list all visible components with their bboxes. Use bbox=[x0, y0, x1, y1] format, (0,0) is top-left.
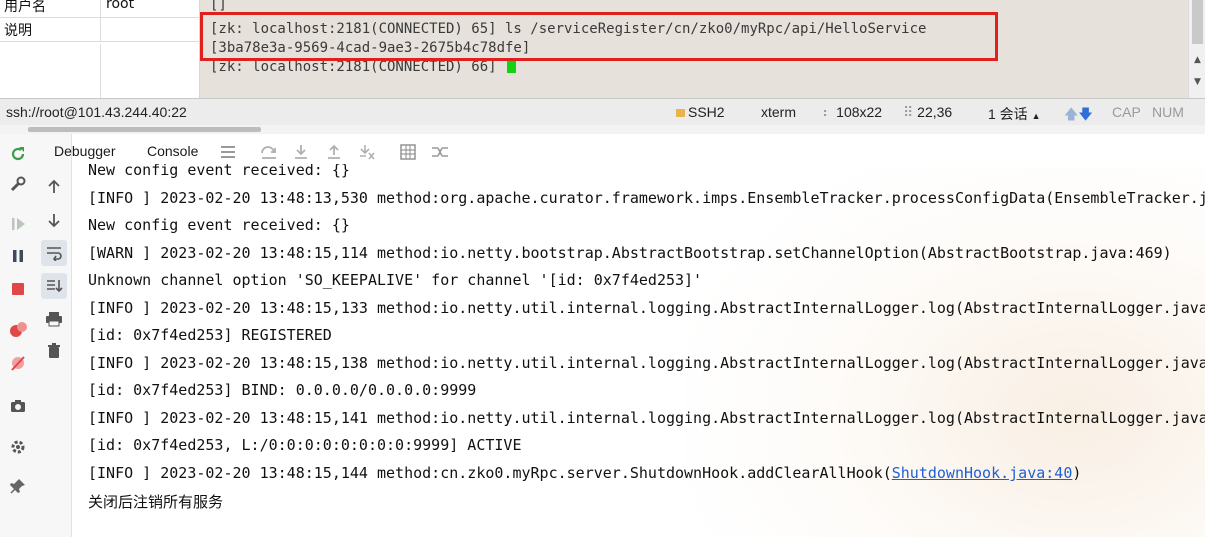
terminal-prompt: [zk: localhost:2181(CONNECTED) 66] bbox=[210, 59, 506, 75]
scroll-down-icon[interactable] bbox=[41, 207, 67, 233]
arrow-up-icon: 🡅 bbox=[1064, 106, 1079, 122]
pause-icon[interactable] bbox=[5, 243, 31, 269]
position-icon: ⠿ bbox=[903, 104, 918, 120]
scroll-down-arrow-icon[interactable]: ▼ bbox=[1189, 74, 1205, 91]
settings-wrench-icon[interactable] bbox=[5, 171, 31, 197]
scroll-to-end-icon[interactable] bbox=[41, 273, 67, 299]
console-line: 关闭后注销所有服务 bbox=[88, 493, 224, 511]
session-count[interactable]: 1 会话 ▲ bbox=[988, 104, 1041, 124]
terminal-prompt-line: [zk: localhost:2181(CONNECTED) 66] bbox=[210, 59, 517, 75]
scrollbar-thumb[interactable] bbox=[1192, 0, 1203, 44]
connection-address: ssh://root@101.43.244.40:22 bbox=[6, 104, 187, 120]
info-key: 用户名 bbox=[4, 0, 46, 15]
step-into-icon[interactable] bbox=[290, 141, 312, 163]
clear-icon[interactable] bbox=[41, 338, 67, 364]
protocol-label: SSH2 bbox=[688, 104, 725, 120]
horizontal-scrollbar[interactable] bbox=[0, 125, 1205, 134]
column-divider bbox=[100, 44, 101, 98]
console-side-toolbar bbox=[36, 134, 72, 537]
session-info-table: 用户名 root 说明 bbox=[0, 0, 200, 98]
tab-debugger[interactable]: Debugger bbox=[54, 143, 116, 159]
resize-icon: ⠆ bbox=[822, 104, 837, 120]
num-lock-indicator: NUM bbox=[1152, 104, 1184, 120]
run-to-cursor-icon[interactable] bbox=[356, 141, 378, 163]
console-line: [INFO ] 2023-02-20 13:48:15,138 method:i… bbox=[88, 354, 1205, 372]
highlight-box bbox=[200, 12, 998, 61]
session-count-label: 1 会话 bbox=[988, 106, 1028, 122]
info-value: root bbox=[100, 0, 200, 18]
cursor-position-label: 22,36 bbox=[917, 104, 953, 120]
step-over-icon[interactable] bbox=[258, 141, 280, 163]
info-value bbox=[100, 18, 200, 42]
terminal-scrollbar[interactable]: ▲ ▼ bbox=[1188, 0, 1205, 98]
print-icon[interactable] bbox=[41, 306, 67, 332]
scrollbar-thumb[interactable] bbox=[28, 127, 261, 132]
caps-lock-indicator: CAP bbox=[1112, 104, 1141, 120]
stop-icon[interactable] bbox=[5, 276, 31, 302]
console-line: [id: 0x7f4ed253] BIND: 0.0.0.0/0.0.0.0:9… bbox=[88, 381, 477, 399]
console-text: ) bbox=[1072, 464, 1082, 482]
terminal-size-label: 108x22 bbox=[836, 104, 883, 120]
console-line: [INFO ] 2023-02-20 13:48:15,144 method:c… bbox=[88, 464, 1081, 482]
console-line: [WARN ] 2023-02-20 13:48:15,114 method:i… bbox=[88, 244, 1172, 262]
ssh-terminal[interactable]: [] [zk: localhost:2181(CONNECTED) 65] ls… bbox=[200, 0, 1188, 98]
lock-icon bbox=[676, 109, 685, 117]
evaluate-icon[interactable] bbox=[397, 141, 419, 163]
debug-left-toolbar bbox=[0, 134, 36, 537]
step-out-icon[interactable] bbox=[323, 141, 345, 163]
view-breakpoints-icon[interactable] bbox=[5, 317, 31, 343]
soft-wrap-icon[interactable] bbox=[41, 240, 67, 266]
source-link[interactable]: ShutdownHook.java:40 bbox=[892, 464, 1073, 482]
camera-icon[interactable] bbox=[5, 393, 31, 419]
terminal-cursor bbox=[507, 59, 517, 73]
console-line: New config event received: {} bbox=[88, 164, 350, 179]
console-line: New config event received: {} bbox=[88, 216, 350, 234]
resume-icon[interactable] bbox=[5, 211, 31, 237]
info-key: 说明 bbox=[4, 23, 32, 39]
console-line: [id: 0x7f4ed253] REGISTERED bbox=[88, 326, 332, 344]
console-line: Unknown channel option 'SO_KEEPALIVE' fo… bbox=[88, 271, 703, 289]
status-bar: ssh://root@101.43.244.40:22 SSH2 xterm ⠆… bbox=[0, 98, 1205, 125]
menu-icon[interactable] bbox=[217, 141, 239, 163]
mute-breakpoints-icon[interactable] bbox=[5, 350, 31, 376]
console-line: [INFO ] 2023-02-20 13:48:15,141 method:i… bbox=[88, 409, 1205, 427]
console-line: [id: 0x7f4ed253, L:/0:0:0:0:0:0:0:0:9999… bbox=[88, 436, 522, 454]
gear-icon[interactable] bbox=[5, 434, 31, 460]
console-line: [INFO ] 2023-02-20 13:48:13,530 method:o… bbox=[88, 189, 1205, 207]
scroll-up-icon[interactable] bbox=[41, 174, 67, 200]
arrow-down-icon: 🡇 bbox=[1078, 106, 1093, 122]
tab-console[interactable]: Console bbox=[147, 143, 198, 159]
trace-icon[interactable] bbox=[429, 141, 451, 163]
console-line: [INFO ] 2023-02-20 13:48:15,133 method:i… bbox=[88, 299, 1205, 317]
console-output[interactable]: New config event received: {} [INFO ] 20… bbox=[88, 164, 1205, 537]
chevron-up-icon: ▲ bbox=[1031, 111, 1041, 121]
console-text: [INFO ] 2023-02-20 13:48:15,144 method:c… bbox=[88, 464, 892, 482]
debug-panel: Debugger Console New config event receiv… bbox=[0, 134, 1205, 537]
protocol-indicator: SSH2 bbox=[676, 104, 725, 120]
info-row-description[interactable]: 说明 bbox=[0, 18, 200, 42]
pin-icon[interactable] bbox=[5, 473, 31, 499]
debug-tab-bar: Debugger Console bbox=[54, 134, 1205, 168]
terminal-size: ⠆ 108x22 bbox=[822, 104, 882, 121]
scroll-up-arrow-icon[interactable]: ▲ bbox=[1189, 52, 1205, 69]
info-row-username[interactable]: 用户名 root bbox=[0, 0, 200, 18]
cursor-position: ⠿ 22,36 bbox=[903, 104, 952, 121]
rerun-icon[interactable] bbox=[5, 141, 31, 167]
terminal-type: xterm bbox=[761, 104, 796, 120]
